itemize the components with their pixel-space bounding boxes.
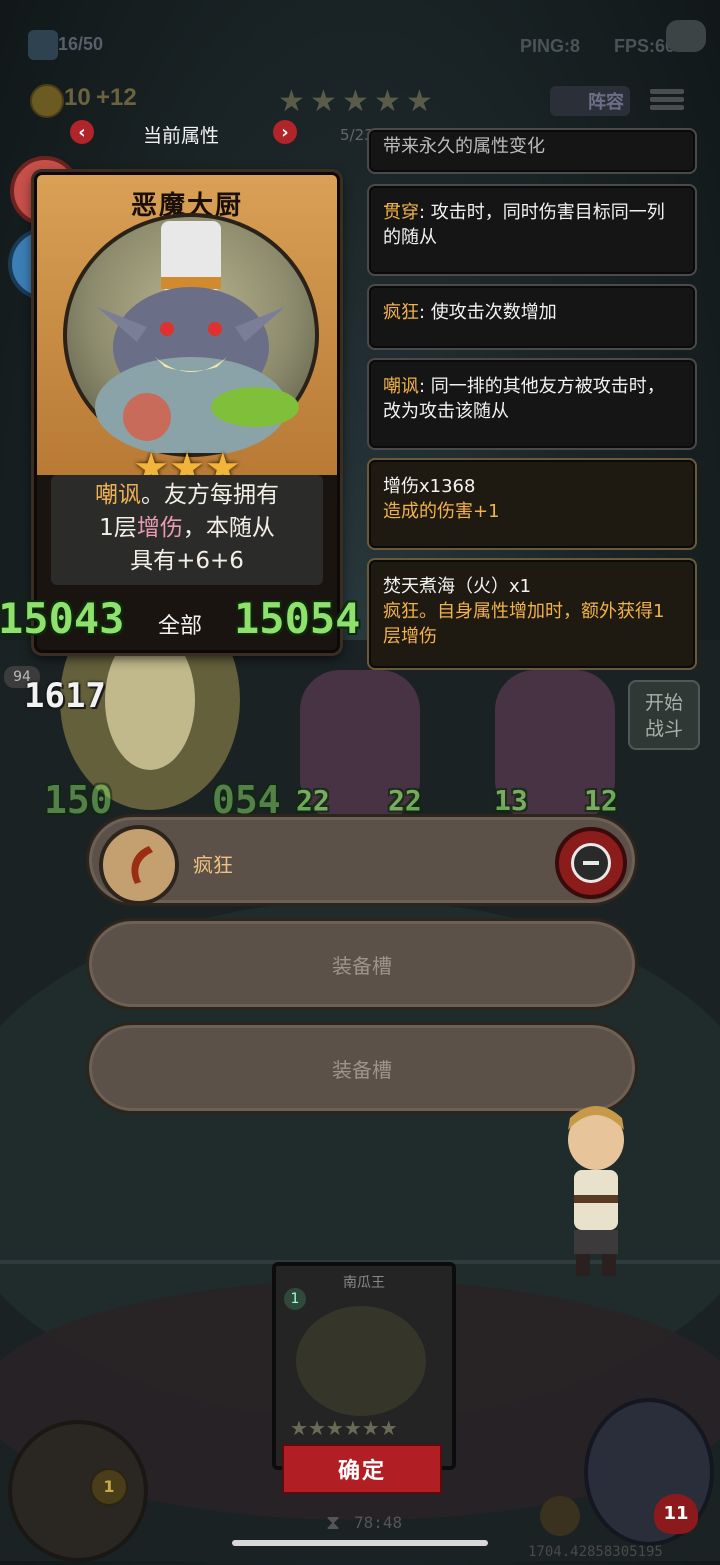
buff-panel-item: 焚天煮海（火）x1 疯狂。自身属性增加时，额外获得1层增伤 (367, 558, 697, 670)
filter-all-label[interactable]: 全部 (158, 608, 202, 640)
buff-title: 焚天煮海（火）x1 (383, 576, 532, 597)
gold-amount: 10 (64, 84, 91, 111)
star-icon: ★ (374, 84, 401, 119)
panel-keyword: 疯狂 (383, 302, 419, 323)
star-icon: ★ (278, 84, 305, 119)
attr-title: 当前属性 (143, 125, 220, 147)
card-health-stat: 15054 (234, 594, 361, 643)
panel-keyword: 嘲讽 (383, 376, 419, 397)
pumpkin-king-card[interactable]: 南瓜王 1 ★★★★★★ (272, 1262, 456, 1470)
top-hud: 16/50 PING:8 FPS:60 10 +12 ★ ★ ★ ★ ★ 阵容 (0, 20, 720, 120)
slot-1-label: 疯狂 (193, 853, 233, 877)
confirm-label: 确定 (337, 1459, 386, 1484)
buff-effect: 疯狂。自身属性增加时，额外获得1层增伤 (383, 601, 665, 647)
player-character (556, 1100, 636, 1280)
slot-2-label: 装备槽 (332, 953, 392, 978)
board-stat-b: 22 (388, 784, 422, 817)
hero-portrait-button[interactable]: 11 (584, 1398, 714, 1546)
shop-level-text: 1 (103, 1477, 115, 1496)
panel-text: : 攻击时，同时伤害目标同一列的随从 (383, 202, 665, 248)
chevron-left-icon: ‹ (78, 121, 86, 143)
hourglass-icon: ⧗ (326, 1510, 341, 1534)
desc-text-1: 。友方每拥有 (141, 482, 279, 508)
board-stat-c: 13 (494, 784, 528, 817)
board-faded-stat-left: 150 (44, 778, 113, 822)
keyword-panel-taunt: 嘲讽: 同一排的其他友方被攻击时，改为攻击该随从 (367, 358, 697, 450)
card-description: 嘲讽。友方每拥有 1层增伤，本随从 具有+6+6 (51, 475, 323, 585)
desc-keyword-taunt: 嘲讽 (95, 482, 141, 508)
player-count: 16/50 (58, 34, 104, 54)
hero-health-badge: 11 (654, 1494, 698, 1534)
round-timer: 78:48 (354, 1513, 403, 1532)
confirm-button[interactable]: 确定 (282, 1444, 442, 1494)
board-stat-d: 12 (584, 784, 618, 817)
equipment-slot-2[interactable]: 装备槽 (86, 918, 638, 1010)
buff-panel-dmg-boost: 增伤x1368 造成的伤害+1 (367, 458, 697, 550)
hero-health-text: 11 (663, 1503, 689, 1524)
star-icon: ★ (361, 1416, 380, 1440)
panel-keyword: 贯穿 (383, 202, 419, 223)
panel-text: : 同一排的其他友方被攻击时，改为攻击该随从 (383, 376, 665, 422)
side-stat-value: 1617 (24, 676, 106, 716)
desc-keyword-dmg-boost: 增伤 (136, 515, 183, 541)
star-icon: ★ (307, 1416, 326, 1440)
tier-stars: ★ ★ ★ ★ ★ (278, 84, 433, 119)
star-icon: ★ (290, 1416, 308, 1440)
star-icon: ★ (310, 84, 337, 119)
star-icon: ★ (406, 84, 433, 119)
mini-card-name: 南瓜王 (343, 1275, 385, 1291)
ping-readout: PING:8 (520, 36, 581, 56)
attr-next-button[interactable]: › (273, 120, 297, 144)
card-attack-stat: 15043 (0, 594, 125, 643)
keyword-panel-partial: 带来永久的属性变化 (367, 128, 697, 174)
mini-card-level: 1 (284, 1288, 306, 1310)
footer-coordinate: 1704.42858305195 (528, 1544, 663, 1560)
star-icon: ★ (343, 1416, 362, 1440)
attr-prev-button[interactable]: ‹ (70, 120, 94, 144)
shop-level-badge: 1 (90, 1468, 128, 1506)
start-battle-button[interactable]: 开始战斗 (628, 680, 700, 750)
home-indicator[interactable] (232, 1540, 488, 1546)
mini-card-stars: ★★★★★★ (290, 1416, 398, 1440)
lineup-button[interactable]: 阵容 (550, 86, 630, 116)
start-battle-label: 开始战斗 (644, 692, 683, 740)
star-icon: ★ (325, 1416, 344, 1440)
unequip-button[interactable] (555, 827, 627, 899)
gold-coin-icon (30, 84, 64, 118)
desc-text-4: 具有+6+6 (130, 548, 244, 574)
star-icon: ★ (342, 84, 369, 119)
star-icon: ★ (379, 1416, 398, 1440)
board-stat-a: 22 (296, 784, 330, 817)
menu-icon[interactable] (650, 86, 684, 116)
desc-text-3: ，本随从 (182, 515, 275, 541)
keyword-panel-pierce: 贯穿: 攻击时，同时伤害目标同一列的随从 (367, 184, 697, 276)
panel-text: : 使攻击次数增加 (419, 302, 557, 323)
desc-text-2: 1层 (99, 515, 137, 541)
lineup-label: 阵容 (588, 92, 624, 113)
player-icon (28, 30, 58, 60)
chevron-right-icon: › (281, 121, 289, 143)
equipment-slot-1[interactable]: 疯狂 (86, 814, 638, 906)
minion-card[interactable]: 恶魔大厨 ★★★ 嘲讽。友方每拥有 1层增伤，本随从 具有+6+6 (34, 172, 340, 653)
shop-door-button[interactable]: 1 (8, 1420, 148, 1562)
chat-icon[interactable] (666, 20, 706, 52)
keyword-panel-frenzy: 疯狂: 使攻击次数增加 (367, 284, 697, 350)
chef-portrait (63, 213, 319, 457)
chain-lock-icon (296, 1306, 426, 1416)
buff-effect: 造成的伤害+1 (383, 501, 500, 522)
frenzy-item-icon (99, 825, 179, 905)
buff-title: 增伤x1368 (383, 476, 476, 497)
slot-3-label: 装备槽 (332, 1057, 392, 1082)
shield-minus-icon (571, 843, 611, 883)
panel-text: 带来永久的属性变化 (383, 136, 545, 157)
upgrade-icon[interactable] (540, 1496, 580, 1536)
gold-gain: +12 (96, 84, 137, 111)
